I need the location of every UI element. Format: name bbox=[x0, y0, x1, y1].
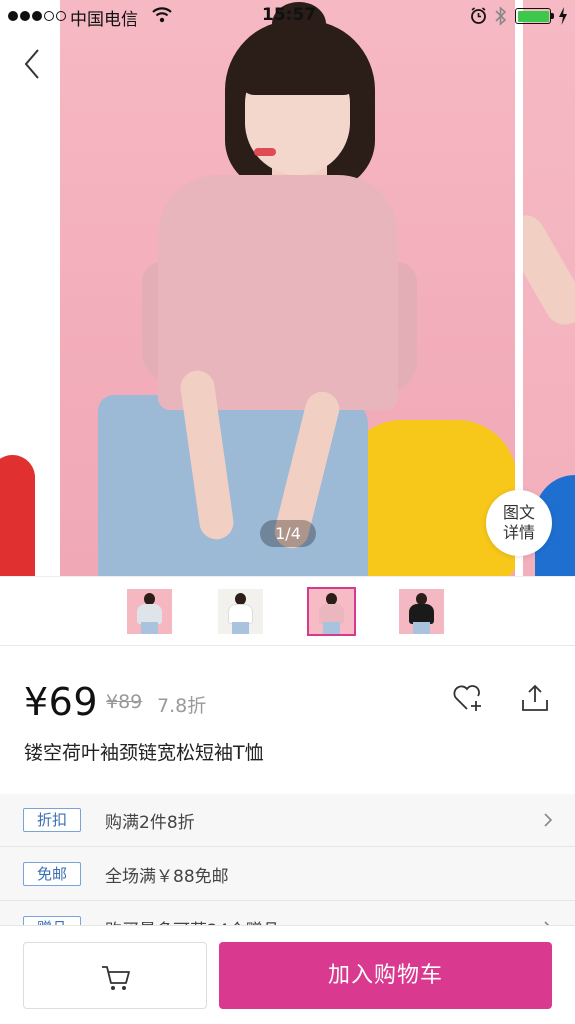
red-chair bbox=[0, 455, 35, 576]
image-text-detail-button[interactable]: 图文 详情 bbox=[486, 490, 552, 556]
promo-tag: 折扣 bbox=[23, 808, 81, 832]
promo-text: 全场满￥88免邮 bbox=[105, 867, 229, 887]
charging-icon bbox=[559, 7, 567, 25]
thumbnail-strip bbox=[0, 576, 575, 646]
cart-icon bbox=[102, 966, 130, 990]
discount-rate: 7.8折 bbox=[157, 695, 207, 717]
promo-text: 购满2件8折 bbox=[105, 813, 195, 833]
original-price: ¥89 bbox=[106, 691, 143, 713]
promotion-discount[interactable]: 折扣 购满2件8折 bbox=[0, 794, 575, 847]
promo-tag: 免邮 bbox=[23, 862, 81, 886]
arm bbox=[523, 208, 575, 332]
signal-icon bbox=[8, 11, 66, 21]
battery-icon bbox=[515, 8, 551, 24]
current-price: ¥69 bbox=[24, 680, 99, 724]
product-image-gallery[interactable]: 中国电信 15:57 1/4 图文 详情 bbox=[0, 0, 575, 576]
promotion-free-shipping[interactable]: 免邮 全场满￥88免邮 bbox=[0, 848, 575, 901]
promotions-list: 折扣 购满2件8折 免邮 全场满￥88免邮 赠品 购买最多可获24个赠品 bbox=[0, 794, 575, 934]
product-photo[interactable] bbox=[60, 0, 515, 576]
status-time: 15:57 bbox=[262, 5, 317, 25]
lips bbox=[254, 148, 276, 156]
bangs bbox=[240, 45, 358, 95]
wifi-icon bbox=[152, 7, 172, 23]
carrier-name: 中国电信 bbox=[70, 10, 138, 30]
thumbnail-4[interactable] bbox=[399, 589, 444, 634]
back-icon[interactable] bbox=[18, 46, 48, 82]
chevron-right-icon bbox=[544, 813, 553, 827]
alarm-icon bbox=[471, 7, 486, 24]
status-bar: 中国电信 15:57 bbox=[0, 0, 575, 32]
thumbnail-3[interactable] bbox=[307, 587, 356, 636]
detail-label-line1: 图文 bbox=[502, 503, 535, 522]
detail-label-line2: 详情 bbox=[502, 523, 535, 542]
add-to-cart-button[interactable]: 加入购物车 bbox=[219, 942, 552, 1009]
next-product-photo[interactable] bbox=[523, 0, 575, 576]
thumbnail-2[interactable] bbox=[218, 589, 263, 634]
share-icon[interactable] bbox=[520, 683, 550, 713]
thumbnail-1[interactable] bbox=[127, 589, 172, 634]
price-row: ¥69 ¥89 7.8折 bbox=[24, 680, 424, 724]
favorite-add-icon[interactable] bbox=[452, 683, 484, 713]
bottom-action-bar: 加入购物车 bbox=[0, 925, 575, 1024]
image-pager: 1/4 bbox=[260, 520, 316, 547]
bluetooth-icon bbox=[495, 6, 507, 26]
battery-tip bbox=[551, 13, 554, 19]
shopping-cart-button[interactable] bbox=[23, 942, 207, 1009]
product-title: 镂空荷叶袖颈链宽松短袖T恤 bbox=[24, 742, 264, 764]
